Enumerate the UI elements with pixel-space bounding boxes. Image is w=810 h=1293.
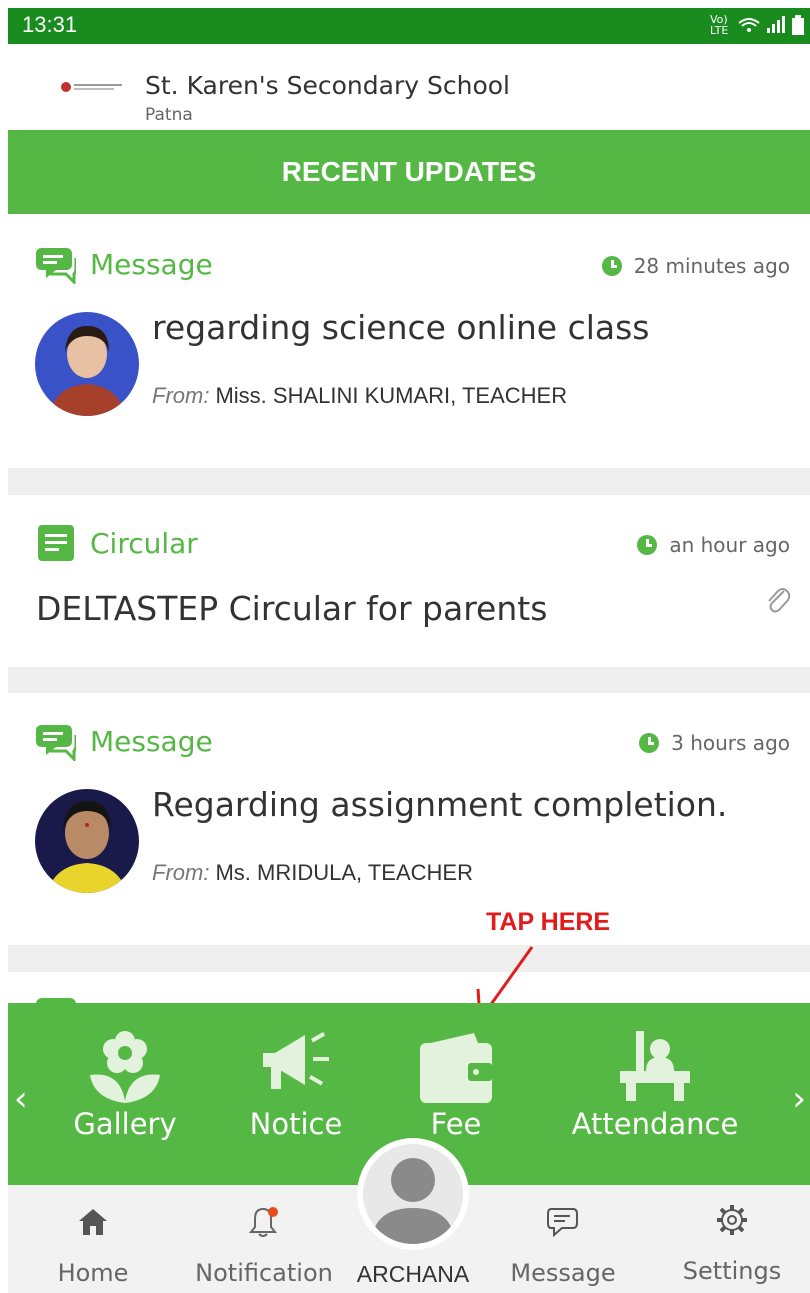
home-icon: [79, 1209, 107, 1235]
nav-home[interactable]: Home: [54, 1201, 132, 1287]
update-sender: From: Ms. MRIDULA, TEACHER: [152, 860, 473, 885]
battery-icon: [792, 15, 804, 35]
update-time: 3 hours ago: [639, 731, 790, 755]
clock-icon: [637, 535, 658, 555]
recent-updates-header: RECENT UPDATES: [8, 130, 810, 214]
updates-feed[interactable]: Message 28 minutes ago regarding science…: [8, 214, 810, 1014]
chat-icon: [36, 248, 76, 284]
quick-action-gallery[interactable]: Gallery: [70, 1003, 180, 1185]
quick-action-notice[interactable]: Notice: [246, 1003, 346, 1185]
tap-here-annotation: TAP HERE: [486, 908, 611, 936]
status-bar: 13:31 Vo) LTE: [8, 8, 810, 44]
avatar: [35, 312, 139, 416]
megaphone-icon: [263, 1032, 329, 1089]
flower-icon: [90, 1031, 160, 1103]
status-icons: Vo) LTE: [710, 14, 804, 36]
school-name: St. Karen's Secondary School: [145, 71, 510, 100]
gear-icon: [717, 1205, 747, 1235]
document-icon: [38, 525, 74, 561]
update-sender: From: Miss. SHALINI KUMARI, TEACHER: [152, 383, 568, 408]
chat-icon: [36, 725, 76, 761]
nav-notification[interactable]: Notification: [194, 1201, 334, 1287]
update-card[interactable]: Message 28 minutes ago regarding science…: [8, 214, 810, 468]
network-label: Vo) LTE: [710, 13, 729, 37]
school-logo-icon: [61, 82, 122, 92]
school-header: St. Karen's Secondary School Patna: [8, 44, 810, 130]
chevron-left-icon[interactable]: ‹: [14, 1079, 28, 1119]
update-title[interactable]: Regarding assignment completion.: [152, 785, 727, 824]
wallet-icon: [420, 1033, 492, 1103]
profile-name: ARCHANA: [356, 1261, 470, 1287]
bell-icon: [248, 1207, 278, 1237]
nav-message[interactable]: Message: [508, 1201, 618, 1287]
update-time: an hour ago: [637, 533, 790, 557]
chat-icon: [547, 1208, 578, 1238]
update-title[interactable]: regarding science online class: [152, 308, 650, 347]
profile-button[interactable]: [357, 1138, 469, 1250]
wifi-icon: [738, 18, 760, 32]
update-type: Message: [36, 721, 213, 761]
update-title[interactable]: DELTASTEP Circular for parents: [36, 589, 547, 628]
update-type: Message: [36, 244, 213, 284]
nav-settings[interactable]: Settings: [680, 1199, 784, 1285]
chevron-right-icon[interactable]: ›: [792, 1079, 806, 1119]
avatar: [363, 1144, 463, 1244]
user-icon: [371, 1158, 455, 1244]
quick-action-attendance[interactable]: Attendance: [570, 1003, 740, 1185]
clock-icon: [601, 256, 622, 276]
school-city: Patna: [145, 105, 193, 125]
paperclip-icon[interactable]: [764, 585, 792, 615]
update-type: Circular: [36, 523, 198, 563]
update-card[interactable]: Message 3 hours ago Regarding assignment…: [8, 693, 810, 945]
update-card[interactable]: Circular an hour ago DELTASTEP Circular …: [8, 495, 810, 667]
status-time: 13:31: [22, 12, 78, 37]
clock-icon: [639, 733, 660, 753]
desk-icon: [620, 1031, 690, 1101]
signal-icon: [767, 16, 785, 33]
update-time: 28 minutes ago: [601, 254, 790, 278]
avatar: [35, 789, 139, 893]
